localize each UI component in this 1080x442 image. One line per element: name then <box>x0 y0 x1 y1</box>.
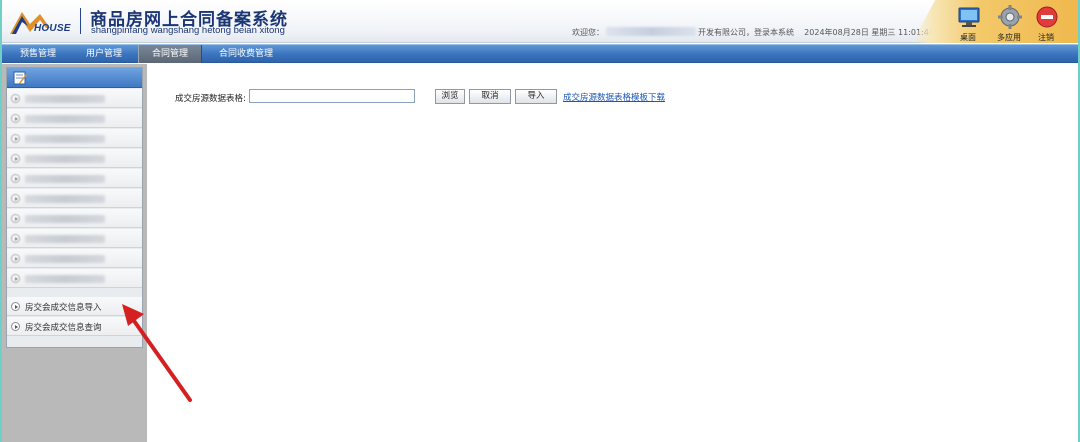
template-download-link[interactable]: 成交房源数据表格模板下载 <box>563 91 665 103</box>
redacted-label <box>25 175 105 183</box>
system-subtitle: shangpinfang wangshang hetong beian xito… <box>91 25 285 36</box>
redacted-label <box>25 155 105 163</box>
play-circle-icon <box>11 134 20 143</box>
sidebar-item-label: 房交会成交信息查询 <box>25 323 102 333</box>
monitor-icon <box>958 7 980 27</box>
play-circle-icon <box>11 214 20 223</box>
desktop-button[interactable]: 桌面 <box>946 0 990 43</box>
browse-button[interactable]: 浏览 <box>435 89 465 104</box>
sidebar-item-redacted[interactable] <box>7 129 142 148</box>
import-button[interactable]: 导入 <box>515 89 557 104</box>
header: HOUSE 商品房网上合同备案系统 shangpinfang wangshang… <box>2 0 1078 43</box>
play-circle-icon <box>11 94 20 103</box>
logo-text: HOUSE <box>34 23 71 34</box>
redacted-label <box>25 115 105 123</box>
logout-label: 注销 <box>1038 33 1054 42</box>
sidebar-item-redacted[interactable] <box>7 149 142 168</box>
file-path-input[interactable] <box>249 89 415 103</box>
desktop-label: 桌面 <box>960 33 976 42</box>
play-circle-icon <box>11 174 20 183</box>
welcome-bar: 欢迎您： 开发有限公司，登录本系统 2024年08月28日 星期三 11:01:4… <box>572 27 934 38</box>
house-logo: HOUSE <box>10 8 74 36</box>
gear-icon <box>998 5 1022 29</box>
redacted-label <box>25 215 105 223</box>
redacted-label <box>25 235 105 243</box>
sidebar-item-redacted[interactable] <box>7 109 142 128</box>
sidebar-item-redacted[interactable] <box>7 169 142 188</box>
app-window: HOUSE 商品房网上合同备案系统 shangpinfang wangshang… <box>2 0 1078 442</box>
redacted-username <box>606 27 696 36</box>
play-circle-icon <box>11 274 20 283</box>
play-circle-icon <box>11 254 20 263</box>
redacted-label <box>25 135 105 143</box>
nav-contract-management[interactable]: 合同管理 <box>138 45 202 63</box>
edit-icon <box>13 71 27 85</box>
sidebar-item-redacted[interactable] <box>7 229 142 248</box>
welcome-suffix: 开发有限公司，登录本系统 <box>698 28 794 37</box>
redacted-label <box>25 275 105 283</box>
play-circle-icon <box>11 322 20 331</box>
nav-user-management[interactable]: 用户管理 <box>74 45 134 63</box>
sidebar-item-redacted[interactable] <box>7 209 142 228</box>
sidebar-item-redacted[interactable] <box>7 269 142 288</box>
annotation-arrow-icon <box>122 304 192 402</box>
stop-icon <box>1036 6 1058 28</box>
nav-presale[interactable]: 预售管理 <box>6 45 70 63</box>
sidebar-item-redacted[interactable] <box>7 249 142 268</box>
sidebar-item-redacted[interactable] <box>7 189 142 208</box>
play-circle-icon <box>11 194 20 203</box>
main-content: 成交房源数据表格: 浏览 取消 导入 成交房源数据表格模板下载 <box>147 64 1078 442</box>
redacted-label <box>25 195 105 203</box>
title-divider <box>80 8 81 34</box>
play-circle-icon <box>11 154 20 163</box>
play-circle-icon <box>11 302 20 311</box>
sidebar-item-label: 房交会成交信息导入 <box>25 303 102 313</box>
redacted-label <box>25 255 105 263</box>
redacted-label <box>25 95 105 103</box>
logout-button[interactable]: 注销 <box>1024 0 1068 43</box>
main-nav: 预售管理 用户管理 合同管理 合同收费管理 <box>2 44 1078 63</box>
play-circle-icon <box>11 114 20 123</box>
play-circle-icon <box>11 234 20 243</box>
current-datetime: 2024年08月28日 星期三 11:01:44 <box>804 28 934 37</box>
file-field-label: 成交房源数据表格: <box>175 94 246 104</box>
cancel-button[interactable]: 取消 <box>469 89 511 104</box>
welcome-prefix: 欢迎您： <box>572 28 604 37</box>
menu-header <box>7 68 142 88</box>
sidebar-item-redacted[interactable] <box>7 89 142 108</box>
nav-contract-fee[interactable]: 合同收费管理 <box>206 45 286 63</box>
